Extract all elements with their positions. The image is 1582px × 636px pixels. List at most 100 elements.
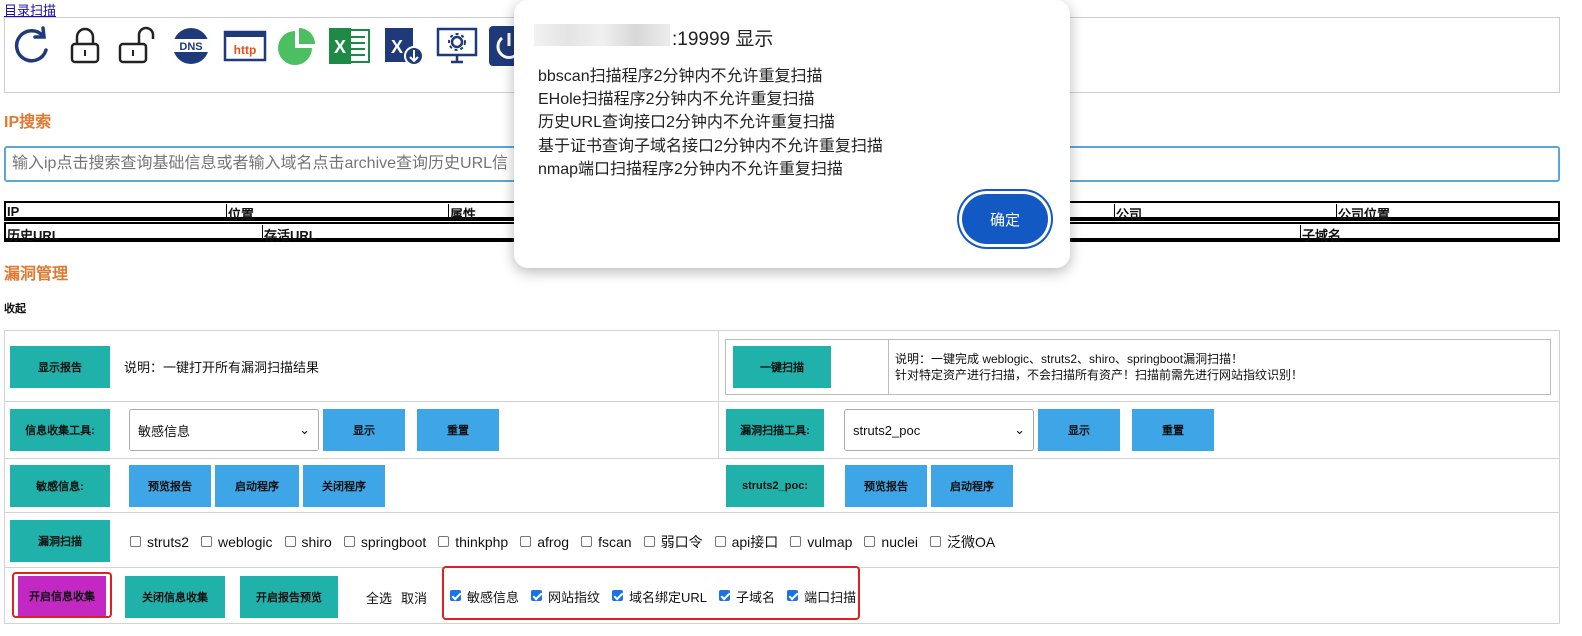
- select-all-link[interactable]: 全选: [366, 588, 392, 607]
- vuln-option-checkbox[interactable]: [643, 535, 655, 547]
- svg-text:DNS: DNS: [179, 41, 202, 53]
- vuln-reset-button[interactable]: 重置: [1132, 409, 1214, 451]
- vuln-mgmt-title: 漏洞管理: [4, 266, 69, 283]
- stop-info-collect-button[interactable]: 关闭信息收集: [125, 576, 225, 618]
- sensitive-close-program-button[interactable]: 关闭程序: [303, 465, 385, 507]
- http-icon[interactable]: http: [223, 24, 267, 68]
- show-report-desc: 说明：一键打开所有漏洞扫描结果: [124, 360, 320, 375]
- col-history-url: 历史URL: [7, 228, 60, 243]
- vuln-option-label: springboot: [360, 534, 427, 550]
- redacted-host: [534, 24, 670, 46]
- cancel-link[interactable]: 取消: [401, 588, 427, 607]
- col-alive-url: 存活URL: [262, 225, 317, 243]
- ok-button[interactable]: 确定: [962, 194, 1048, 244]
- col-attribute: 属性: [448, 204, 476, 222]
- alert-dialog: :19999 显示 bbscan扫描程序2分钟内不允许重复扫描 EHole扫描程…: [514, 0, 1070, 268]
- excel-export-icon[interactable]: X: [381, 24, 425, 68]
- refresh-icon[interactable]: [9, 24, 53, 68]
- dialog-message-line: nmap端口扫描程序2分钟内不允许重复扫描: [538, 161, 843, 178]
- collect-option-label: 端口扫描: [804, 590, 857, 605]
- vuln-tool-label: 漏洞扫描工具:: [726, 409, 824, 451]
- svg-text:X: X: [334, 37, 346, 57]
- col-company: 公司: [1114, 204, 1142, 222]
- vuln-option-label: thinkphp: [455, 534, 509, 550]
- unlock-icon[interactable]: [63, 24, 107, 68]
- vuln-option-label: shiro: [301, 534, 332, 550]
- start-info-collect-button[interactable]: 开启信息收集: [18, 576, 106, 616]
- sensitive-preview-report-button[interactable]: 预览报告: [129, 465, 211, 507]
- vuln-option-checkbox[interactable]: [581, 535, 593, 547]
- info-tool-select[interactable]: 敏感信息 ⌄: [129, 409, 319, 451]
- collapse-toggle[interactable]: 收起: [4, 300, 26, 316]
- monitor-settings-icon[interactable]: [435, 24, 479, 68]
- vuln-option-label: nuclei: [881, 534, 918, 550]
- col-subdomain: 子域名: [1300, 225, 1341, 243]
- col-location: 位置: [226, 204, 254, 222]
- vuln-tool-selected: struts2_poc: [853, 422, 921, 438]
- vuln-option-label: struts2: [147, 534, 190, 550]
- show-report-button[interactable]: 显示报告: [10, 346, 110, 388]
- info-show-button[interactable]: 显示: [323, 409, 405, 451]
- one-click-desc: 说明：一键完成 weblogic、struts2、shiro、springboo…: [895, 351, 1303, 383]
- vuln-option-checkbox[interactable]: [201, 535, 213, 547]
- chevron-down-icon: ⌄: [299, 422, 310, 437]
- vuln-option-label: api接口: [731, 534, 779, 550]
- vuln-option-label: fscan: [598, 534, 632, 550]
- svg-text:X: X: [391, 37, 403, 57]
- ip-search-title: IP搜索: [4, 114, 52, 131]
- collect-option-label: 敏感信息: [467, 590, 520, 605]
- vuln-option-checkbox[interactable]: [343, 535, 355, 547]
- vuln-tool-select[interactable]: struts2_poc ⌄: [844, 409, 1034, 451]
- vuln-show-button[interactable]: 显示: [1038, 409, 1120, 451]
- struts2-poc-label: struts2_poc:: [726, 465, 824, 507]
- one-click-desc-line1: 说明：一键完成 weblogic、struts2、shiro、springboo…: [895, 352, 1244, 366]
- vuln-option-checkbox[interactable]: [864, 535, 876, 547]
- vuln-option-label: afrog: [537, 534, 570, 550]
- chevron-down-icon: ⌄: [1014, 422, 1025, 437]
- vuln-scan-options: struts2 weblogic shiro springboot thinkp…: [128, 532, 1005, 552]
- vuln-option-label: 弱口令: [660, 534, 703, 550]
- collect-option-label: 域名绑定URL: [629, 590, 708, 605]
- dialog-message-line: 历史URL查询接口2分钟内不允许重复扫描: [538, 114, 835, 131]
- collect-option-checkbox[interactable]: [787, 590, 799, 601]
- struts2-start-program-button[interactable]: 启动程序: [931, 465, 1013, 507]
- collect-options: 敏感信息 网站指纹 域名绑定URL 子域名 端口扫描: [448, 587, 866, 606]
- vuln-option-label: 泛微OA: [947, 534, 996, 550]
- vuln-option-label: vulmap: [807, 534, 853, 550]
- vuln-option-checkbox[interactable]: [284, 535, 296, 547]
- sensitive-info-label: 敏感信息:: [10, 465, 110, 507]
- vuln-option-checkbox[interactable]: [438, 535, 450, 547]
- dialog-title: :19999 显示: [672, 29, 774, 50]
- dialog-message-line: bbscan扫描程序2分钟内不允许重复扫描: [538, 68, 823, 85]
- info-reset-button[interactable]: 重置: [417, 409, 499, 451]
- vuln-option-checkbox[interactable]: [520, 535, 532, 547]
- sensitive-start-program-button[interactable]: 启动程序: [215, 465, 299, 507]
- start-report-preview-button[interactable]: 开启报告预览: [240, 576, 338, 618]
- info-tool-label: 信息收集工具:: [10, 409, 110, 451]
- excel-icon[interactable]: X: [327, 24, 371, 68]
- collect-option-checkbox[interactable]: [719, 590, 731, 601]
- one-click-desc-line2: 针对特定资产进行扫描，不会扫描所有资产！扫描前需先进行网站指纹识别！: [895, 368, 1304, 382]
- dialog-message-line: 基于证书查询子域名接口2分钟内不允许重复扫描: [538, 138, 883, 155]
- info-tool-selected: 敏感信息: [138, 423, 191, 439]
- collect-option-checkbox[interactable]: [450, 590, 461, 601]
- vuln-option-checkbox[interactable]: [130, 535, 141, 547]
- col-company-location: 公司位置: [1336, 204, 1390, 222]
- vuln-option-label: weblogic: [218, 534, 273, 550]
- collect-option-checkbox[interactable]: [612, 590, 624, 601]
- vuln-scan-label: 漏洞扫描: [10, 520, 110, 562]
- struts2-preview-report-button[interactable]: 预览报告: [845, 465, 927, 507]
- one-click-scan-button[interactable]: 一键扫描: [733, 346, 831, 388]
- pie-chart-icon[interactable]: [275, 24, 319, 68]
- svg-text:http: http: [234, 43, 257, 57]
- vuln-option-checkbox[interactable]: [790, 535, 802, 547]
- collect-option-label: 子域名: [736, 590, 776, 605]
- vuln-option-checkbox[interactable]: [930, 535, 941, 547]
- collect-option-checkbox[interactable]: [531, 590, 543, 601]
- vuln-option-checkbox[interactable]: [714, 535, 726, 547]
- dialog-message-line: EHole扫描程序2分钟内不允许重复扫描: [538, 91, 815, 108]
- collect-option-label: 网站指纹: [548, 590, 601, 605]
- unlock-open-icon[interactable]: [115, 24, 159, 68]
- dns-icon[interactable]: DNS: [169, 24, 213, 68]
- col-ip: IP: [7, 204, 20, 219]
